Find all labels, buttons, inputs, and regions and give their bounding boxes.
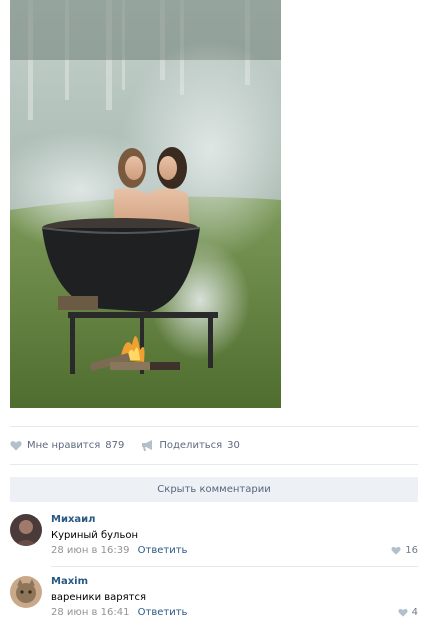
divider <box>51 566 418 567</box>
comment-like-count: 4 <box>411 607 418 618</box>
comment-like-button[interactable]: 16 <box>391 545 418 556</box>
hide-comments-button[interactable]: Скрыть комментарии <box>10 477 418 502</box>
reply-link[interactable]: Ответить <box>138 545 188 556</box>
share-button[interactable]: Поделиться 30 <box>142 439 240 451</box>
comment-date[interactable]: 28 июн в 16:41 <box>51 607 129 618</box>
like-count: 879 <box>105 439 125 451</box>
divider <box>10 464 418 465</box>
like-label: Мне нравится <box>27 439 101 451</box>
share-label: Поделиться <box>159 439 223 451</box>
heart-icon <box>10 440 22 450</box>
share-count: 30 <box>227 439 240 451</box>
comment-like-count: 16 <box>405 545 418 556</box>
comment-meta: 28 июн в 16:39 Ответить <box>51 545 187 556</box>
comment-meta: 28 июн в 16:41 Ответить <box>51 607 187 618</box>
comment-date[interactable]: 28 июн в 16:39 <box>51 545 129 556</box>
comment-item: Maxim вареники варятся 28 июн в 16:41 От… <box>10 576 420 625</box>
comment-text: вареники варятся <box>51 592 146 603</box>
comment-item: Михаил Куриный бульон 28 июн в 16:39 Отв… <box>10 514 420 569</box>
post-actions: Мне нравится 879 Поделиться 30 <box>10 437 258 453</box>
comment-like-button[interactable]: 4 <box>398 607 418 618</box>
like-button[interactable]: Мне нравится 879 <box>10 440 124 451</box>
avatar[interactable] <box>10 576 42 608</box>
comment-author[interactable]: Maxim <box>51 576 88 587</box>
post-photo[interactable] <box>10 0 281 408</box>
reply-link[interactable]: Ответить <box>138 607 188 618</box>
heart-icon <box>398 608 408 617</box>
divider <box>10 426 418 427</box>
avatar[interactable] <box>10 514 42 546</box>
comment-text: Куриный бульон <box>51 530 139 541</box>
comment-author[interactable]: Михаил <box>51 514 96 525</box>
megaphone-icon <box>142 439 153 451</box>
heart-icon <box>391 546 401 555</box>
